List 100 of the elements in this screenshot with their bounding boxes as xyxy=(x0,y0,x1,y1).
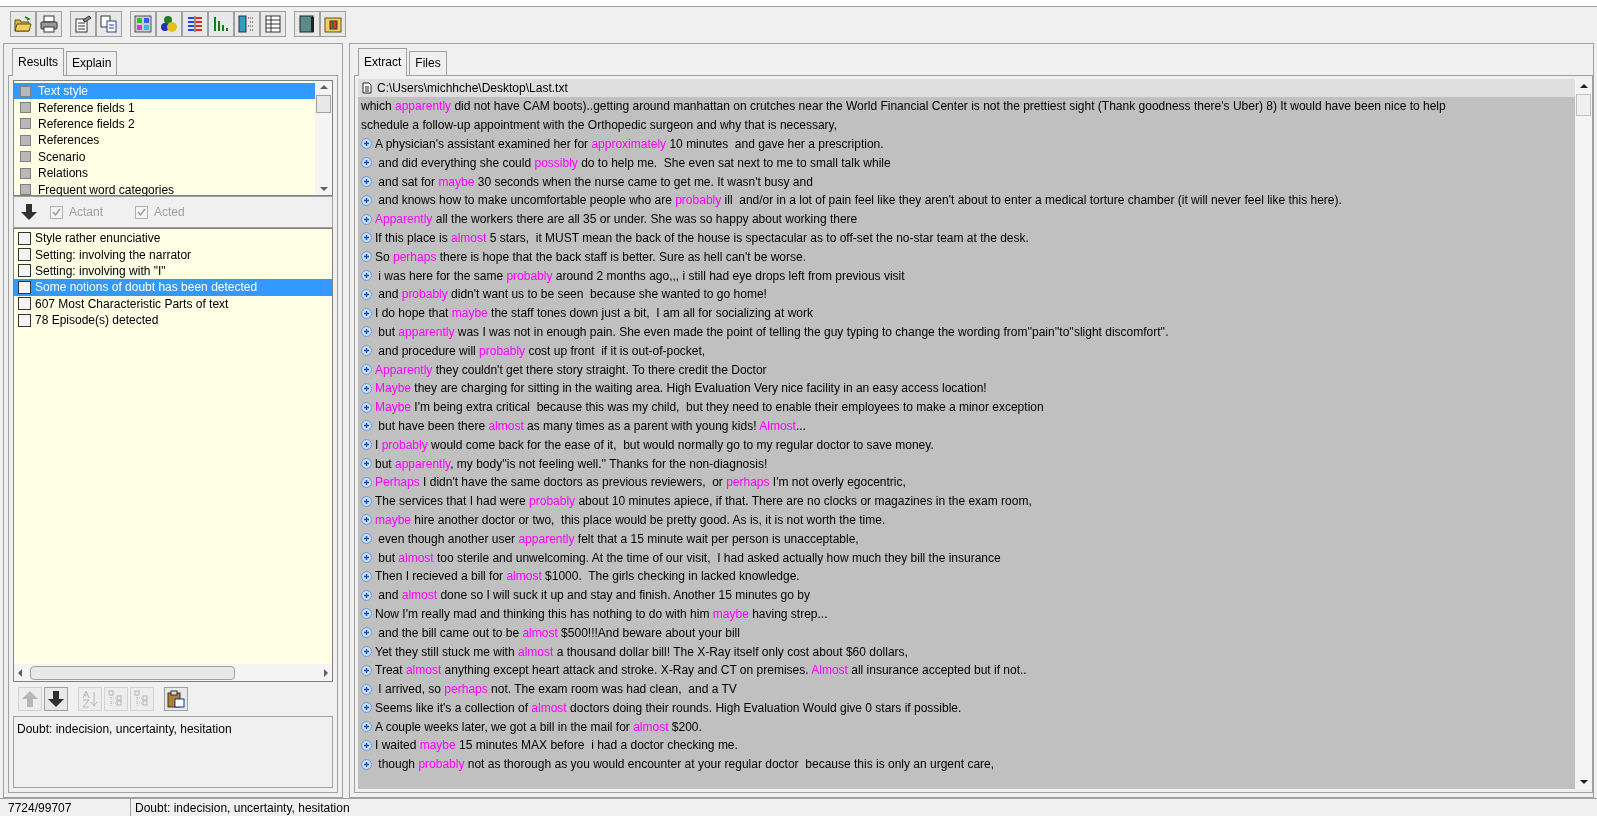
tool-button[interactable] xyxy=(44,687,68,711)
columns-icon xyxy=(186,14,204,33)
plus-circle-icon xyxy=(361,420,372,432)
tab[interactable]: Results xyxy=(12,48,64,76)
scroll-thumb[interactable] xyxy=(30,665,235,680)
text-line: Then I recieved a bill for almost $1000. The girls checking in lacked knowledge. xyxy=(358,566,1575,586)
plus-circle-icon xyxy=(361,495,372,507)
scrollbar[interactable] xyxy=(1575,79,1592,789)
checkbox[interactable] xyxy=(18,280,31,294)
arrow-up-icon xyxy=(21,690,39,708)
arrow-down-icon xyxy=(20,203,38,221)
scroll-up-icon xyxy=(1579,84,1588,88)
toolbar-button[interactable] xyxy=(156,10,182,37)
text-line: Apparently all the workers there are all 35 or under. She was so happy about working there xyxy=(358,209,1575,229)
text-line: and sat for maybe 30 seconds when the nurse came to get me. It wasn't busy and xyxy=(358,172,1575,191)
plus-circle-icon xyxy=(361,476,372,488)
text-line: Seems like it's a collection of almost doctors doing their rounds. High Evaluation Would give 0 stars if possible. xyxy=(358,698,1575,718)
folder-icon xyxy=(14,14,32,33)
square-icon xyxy=(20,85,31,97)
result-item[interactable]: Style rather enunciative xyxy=(14,230,332,247)
horizontal-scrollbar[interactable] xyxy=(14,664,332,681)
plus-circle-icon xyxy=(361,345,372,357)
plus-circle-icon xyxy=(361,213,372,225)
plus-circle-icon xyxy=(361,683,372,695)
checkbox[interactable] xyxy=(18,297,31,311)
plus-circle-icon xyxy=(361,326,372,338)
printer-icon xyxy=(40,14,58,33)
document-icon xyxy=(361,82,373,94)
result-item[interactable]: 607 Most Characteristic Parts of text xyxy=(14,295,332,312)
tab[interactable]: Extract xyxy=(358,48,408,76)
text-line: Perhaps I didn't have the same doctors as previous reviewers, or perhaps I'm not overly egocentric, xyxy=(358,472,1575,492)
plus-circle-icon xyxy=(361,608,372,620)
category-item[interactable]: Reference fields 1 xyxy=(14,99,315,116)
text-line: and the bill came out to be almost $500!!!And beware about your bill xyxy=(358,623,1575,643)
scroll-thumb[interactable] xyxy=(316,95,331,113)
text-line: Maybe I'm being extra critical because this was my child, but they need to enable their employees to make a minor exception xyxy=(358,397,1575,417)
plus-circle-icon xyxy=(361,458,372,470)
description-text: Doubt: indecision, uncertainty, hesitation xyxy=(17,721,233,738)
scroll-down-icon xyxy=(1579,780,1588,784)
checkbox[interactable] xyxy=(18,248,31,262)
book-icon xyxy=(298,14,316,33)
result-item[interactable]: 78 Episode(s) detected xyxy=(14,311,332,329)
checkbox[interactable] xyxy=(18,313,31,327)
plus-circle-icon xyxy=(361,646,372,657)
tab[interactable]: Files xyxy=(409,51,447,75)
result-item[interactable]: Setting: involving the narrator xyxy=(14,246,332,263)
scrollbar[interactable] xyxy=(315,81,332,195)
plus-circle-icon xyxy=(361,194,372,206)
arrow-down-icon xyxy=(47,690,65,708)
plus-circle-icon xyxy=(361,552,372,563)
spheres-icon xyxy=(160,14,178,33)
status-position: 7724/99707 xyxy=(7,799,73,816)
tab[interactable]: Explain xyxy=(66,51,118,75)
category-item[interactable]: References xyxy=(14,132,315,149)
scroll-thumb[interactable] xyxy=(1576,94,1591,116)
text-line: Now I'm really mad and thinking this has nothing to do with him maybe having strep... xyxy=(358,604,1575,624)
category-item[interactable]: Frequent word categories xyxy=(14,181,315,198)
check-icon xyxy=(52,207,61,217)
text-line: and almost done so I will suck it up and stay and finish. Another 15 minutes go by xyxy=(358,585,1575,605)
category-item[interactable]: Reference fields 2 xyxy=(14,115,315,133)
toolbar-button[interactable] xyxy=(182,10,208,37)
category-item[interactable]: Relations xyxy=(14,164,315,182)
text-line: and probably didn't want us to be seen because she wanted to go home! xyxy=(358,284,1575,304)
text-line: but have been there almost as many times as a parent with young kids! Almost... xyxy=(358,416,1575,436)
grid-icon xyxy=(134,14,152,33)
status-message: Doubt: indecision, uncertainty, hesitation xyxy=(130,798,1597,816)
text-line: but apparently was I was not in enough pain. She even made the point of telling the guy typing to change the wording from''pain''to''slight discomfort''. xyxy=(358,322,1575,342)
document-icon xyxy=(74,14,92,33)
text-line: but apparently, my body''is not feeling well.'' Thanks for the non-diagnosis! xyxy=(358,454,1575,473)
plus-circle-icon xyxy=(361,138,372,150)
plus-circle-icon xyxy=(361,702,372,714)
plus-circle-icon xyxy=(361,307,372,319)
checkbox-label: Actant xyxy=(69,204,104,221)
table-icon xyxy=(264,14,282,33)
text-line: I arrived, so perhaps not. The exam room was had clean, and a TV xyxy=(358,679,1575,699)
toolbar-button[interactable] xyxy=(70,10,96,37)
square-icon xyxy=(20,151,31,163)
category-item[interactable]: Scenario xyxy=(14,148,315,165)
copy-icon xyxy=(100,14,118,33)
tool-button[interactable] xyxy=(164,687,188,711)
text-line: and did everything she could possibly do to help me. She even sat next to me to small talk while xyxy=(358,153,1575,173)
checkbox[interactable] xyxy=(18,264,31,278)
text-line: A couple weeks later, we got a bill in the mail for almost $200. xyxy=(358,717,1575,737)
plus-circle-icon xyxy=(361,157,372,169)
toolbar-button[interactable] xyxy=(294,10,320,37)
text-line: A physician's assistant examined her for approximately 10 minutes and gave her a prescription. xyxy=(358,134,1575,154)
plus-circle-icon xyxy=(361,288,372,300)
toolbar-button[interactable] xyxy=(320,10,346,37)
text-line: I waited maybe 15 minutes MAX before i had a doctor checking me. xyxy=(358,736,1575,755)
plus-circle-icon xyxy=(361,514,372,526)
plus-circle-icon xyxy=(361,232,372,244)
text-line: So perhaps there is hope that the back staff is better. Sure as hell can't be worse. xyxy=(358,247,1575,267)
sort-icon xyxy=(81,690,99,708)
result-item[interactable]: Setting: involving with "I" xyxy=(14,262,332,280)
text-line: I do hope that maybe the staff tones down just a bit, I am all for socializing at work xyxy=(358,303,1575,323)
scroll-right-icon xyxy=(324,668,328,677)
text-line: schedule a follow-up appointment with the Orthopedic surgeon and why that is necessary, xyxy=(360,117,839,135)
scroll-down-icon xyxy=(319,187,328,191)
plus-circle-icon xyxy=(361,382,372,394)
checkbox[interactable] xyxy=(18,231,31,245)
